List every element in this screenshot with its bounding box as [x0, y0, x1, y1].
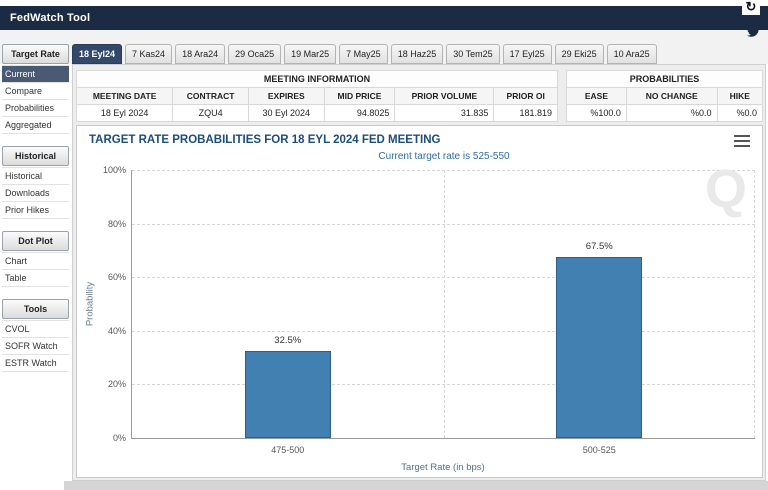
tab-7-may25[interactable]: 7 May25 [339, 44, 388, 64]
probabilities-value-0: %100.0 [567, 105, 627, 122]
bar-475-500[interactable] [245, 351, 331, 438]
sidebar-item-estr-watch[interactable]: ESTR Watch [2, 355, 69, 372]
v-gridline-0 [444, 170, 445, 438]
meeting-header-mid-price: MID PRICE [324, 88, 395, 105]
meeting-value-2: 30 Eyl 2024 [249, 105, 325, 122]
sidebar-group-tools[interactable]: Tools [2, 299, 69, 319]
probabilities-value-2: %0.0 [717, 105, 762, 122]
sidebar-item-probabilities[interactable]: Probabilities [2, 100, 69, 117]
tab-18-ara24[interactable]: 18 Ara24 [175, 44, 225, 64]
sidebar-item-chart[interactable]: Chart [2, 252, 69, 270]
tab-29-eki25[interactable]: 29 Eki25 [555, 44, 604, 64]
sidebar-group-target-rate[interactable]: Target Rate [2, 44, 69, 64]
x-axis-title: Target Rate (in bps) [131, 462, 755, 473]
sidebar-item-cvol[interactable]: CVOL [2, 320, 69, 338]
tab-17-eyl25[interactable]: 17 Eyl25 [503, 44, 552, 64]
sidebar-item-historical[interactable]: Historical [2, 167, 69, 185]
x-category-label-475-500: 475-500 [271, 445, 304, 455]
tab-7-kas24[interactable]: 7 Kas24 [125, 44, 172, 64]
meeting-information-table: MEETING INFORMATIONMEETING DATECONTRACTE… [76, 70, 558, 122]
sidebar-item-prior-hikes[interactable]: Prior Hikes [2, 202, 69, 219]
fedwatch-tool-window: FedWatch Tool ↻ 18 Eyl247 Kas2418 Ara242… [0, 0, 768, 490]
tab-18-eyl24[interactable]: 18 Eyl24 [72, 44, 122, 64]
probabilities-header-ease: EASE [567, 88, 627, 105]
y-tick-label-80: 80% [78, 219, 126, 229]
refresh-icon[interactable]: ↻ [742, 0, 760, 15]
sidebar-group-historical[interactable]: Historical [2, 146, 69, 166]
v-gridline-1 [754, 170, 755, 438]
chart-menu-icon[interactable] [734, 135, 750, 147]
bar-chart-plot-area: 0%20%40%60%80%100%Q32.5%475-50067.5%500-… [131, 170, 755, 439]
x-category-label-500-525: 500-525 [583, 445, 616, 455]
y-tick-label-20: 20% [78, 379, 126, 389]
bar-500-525[interactable] [556, 257, 642, 438]
meeting-value-1: ZQU4 [173, 105, 249, 122]
meeting-header-prior-volume: PRIOR VOLUME [395, 88, 494, 105]
sidebar-item-aggregated[interactable]: Aggregated [2, 117, 69, 134]
app-title: FedWatch Tool [0, 12, 90, 24]
sidebar-item-table[interactable]: Table [2, 270, 69, 287]
sidebar-navigation: Target RateCurrentCompareProbabilitiesAg… [2, 44, 69, 372]
chart-title: TARGET RATE PROBABILITIES FOR 18 EYL 202… [89, 134, 440, 146]
bottom-scrollbar-strip[interactable] [64, 481, 768, 490]
meeting-header-expires: EXPIRES [249, 88, 325, 105]
app-header-bar: FedWatch Tool [0, 6, 768, 30]
probabilities-header-hike: HIKE [717, 88, 762, 105]
tab-30-tem25[interactable]: 30 Tem25 [446, 44, 499, 64]
tab-19-mar25[interactable]: 19 Mar25 [284, 44, 336, 64]
probabilities-header-no-change: NO CHANGE [626, 88, 717, 105]
tab-10-ara25[interactable]: 10 Ara25 [607, 44, 657, 64]
y-tick-label-0: 0% [78, 433, 126, 443]
main-content-area: MEETING INFORMATIONMEETING DATECONTRACTE… [72, 64, 766, 481]
meeting-title: MEETING INFORMATION [77, 71, 558, 88]
probabilities-value-1: %0.0 [626, 105, 717, 122]
meeting-header-prior-oi: PRIOR OI [494, 88, 558, 105]
sidebar-item-compare[interactable]: Compare [2, 83, 69, 100]
tab-18-haz25[interactable]: 18 Haz25 [391, 44, 444, 64]
cme-watermark-logo: Q [705, 162, 747, 216]
probabilities-table: PROBABILITIESEASENO CHANGEHIKE%100.0%0.0… [566, 70, 763, 122]
twitter-icon[interactable] [746, 25, 761, 38]
chart-subtitle: Current target rate is 525-550 [132, 151, 756, 162]
bar-value-label-475-500: 32.5% [274, 335, 301, 346]
sidebar-item-current[interactable]: Current [2, 65, 69, 83]
bar-value-label-500-525: 67.5% [586, 241, 613, 252]
meeting-header-meeting-date: MEETING DATE [77, 88, 173, 105]
probabilities-title: PROBABILITIES [567, 71, 763, 88]
y-tick-label-100: 100% [78, 165, 126, 175]
sidebar-item-downloads[interactable]: Downloads [2, 185, 69, 202]
meeting-value-4: 31.835 [395, 105, 494, 122]
sidebar-item-sofr-watch[interactable]: SOFR Watch [2, 338, 69, 355]
meeting-header-contract: CONTRACT [173, 88, 249, 105]
meeting-value-5: 181.819 [494, 105, 558, 122]
meeting-value-0: 18 Eyl 2024 [77, 105, 173, 122]
y-axis-title: Probability [85, 282, 96, 326]
tab-29-oca25[interactable]: 29 Oca25 [228, 44, 281, 64]
chart-panel: TARGET RATE PROBABILITIES FOR 18 EYL 202… [76, 125, 763, 478]
meeting-value-3: 94.8025 [324, 105, 395, 122]
meeting-date-tabs: 18 Eyl247 Kas2418 Ara2429 Oca2519 Mar257… [72, 44, 657, 64]
y-tick-label-40: 40% [78, 326, 126, 336]
y-tick-label-60: 60% [78, 272, 126, 282]
sidebar-group-dot-plot[interactable]: Dot Plot [2, 231, 69, 251]
